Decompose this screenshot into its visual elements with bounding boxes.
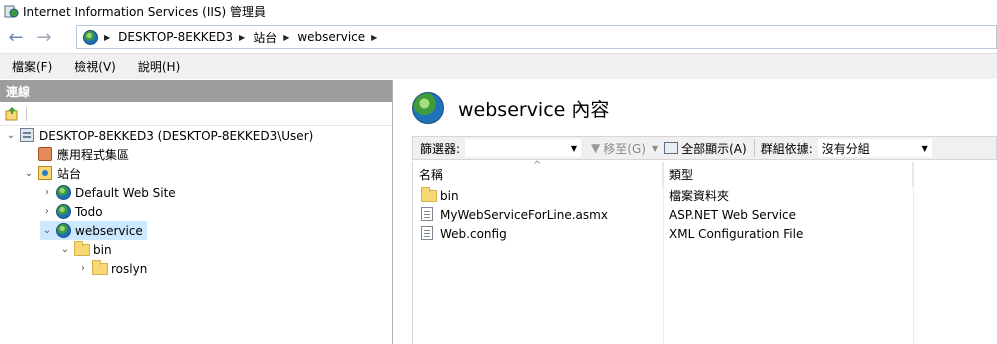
column-header-name[interactable]: 名稱 ^ <box>413 160 663 186</box>
folder-icon <box>421 186 437 204</box>
go-button[interactable]: ▼ 移至(G) <box>588 140 649 157</box>
column-header-type[interactable]: 類型 <box>663 162 913 186</box>
file-list: 名稱 ^ 類型 bin 檔案資料夾 MyWebServiceForLine.as… <box>412 160 997 344</box>
collapse-chevron-icon[interactable]: ⌄ <box>40 225 54 236</box>
list-item[interactable]: MyWebServiceForLine.asmx ASP.NET Web Ser… <box>413 205 913 224</box>
toolbar-separator <box>26 106 27 121</box>
tree-item-label: 應用程式集區 <box>57 148 130 162</box>
tree-item-bin[interactable]: ⌄ bin <box>58 240 112 259</box>
list-item[interactable]: Web.config XML Configuration File <box>413 224 913 243</box>
connections-pane: 連線 ⌄ DESKTOP-8EKKED3 (DESKTOP-8EKKED3\Us… <box>0 80 393 344</box>
funnel-icon: ▼ <box>591 141 601 155</box>
item-name: Web.config <box>440 226 507 241</box>
expand-chevron-icon[interactable]: › <box>40 206 54 217</box>
breadcrumb-arrow-icon[interactable]: ▶ <box>371 33 377 42</box>
globe-icon <box>56 222 72 239</box>
item-type: 檔案資料夾 <box>669 189 730 203</box>
connections-header: 連線 <box>0 80 392 102</box>
collapse-chevron-icon[interactable]: ⌄ <box>58 244 72 255</box>
breadcrumb-server[interactable]: DESKTOP-8EKKED3 <box>118 30 233 44</box>
expand-chevron-icon[interactable]: › <box>76 263 90 274</box>
item-name: bin <box>440 188 459 203</box>
tree-item-server[interactable]: ⌄ DESKTOP-8EKKED3 (DESKTOP-8EKKED3\User) <box>4 126 313 145</box>
content-header: webservice 內容 <box>412 92 609 124</box>
window-title: Internet Information Services (IIS) 管理員 <box>23 4 267 19</box>
tree-item-sites[interactable]: ⌄ 站台 <box>22 164 81 183</box>
menu-file[interactable]: 檔案(F) <box>0 58 62 75</box>
item-name: MyWebServiceForLine.asmx <box>440 207 608 222</box>
tree-item-webservice[interactable]: ⌄ webservice <box>40 221 147 240</box>
expand-chevron-icon[interactable]: › <box>40 187 54 198</box>
title-bar: Internet Information Services (IIS) 管理員 <box>0 0 997 22</box>
sort-caret-icon: ^ <box>533 160 542 171</box>
filter-label: 篩選器: <box>420 141 461 156</box>
menu-help[interactable]: 說明(H) <box>126 58 190 75</box>
sites-icon <box>38 165 54 182</box>
forward-arrow-icon[interactable]: → <box>30 24 58 50</box>
tree-item-label: DESKTOP-8EKKED3 (DESKTOP-8EKKED3\User) <box>39 128 314 143</box>
folder-icon <box>92 259 108 277</box>
tree-item-label: webservice <box>75 223 143 238</box>
collapse-chevron-icon[interactable]: ⌄ <box>4 130 18 141</box>
app-pool-icon <box>38 146 54 163</box>
site-globe-icon <box>412 92 444 124</box>
tree-item-todo[interactable]: › Todo <box>40 202 103 221</box>
config-file-icon <box>421 225 437 242</box>
filter-input[interactable]: ▼ <box>464 138 583 158</box>
group-by-label: 群組依據: <box>760 141 813 156</box>
toolbar-separator <box>753 139 755 157</box>
create-connection-icon[interactable] <box>4 106 20 122</box>
menu-view[interactable]: 檢視(V) <box>62 58 126 75</box>
tree-item-label: roslyn <box>111 261 148 276</box>
show-all-button[interactable]: 全部顯示(A) <box>661 140 750 157</box>
tree-item-default-web-site[interactable]: › Default Web Site <box>40 183 176 202</box>
folder-icon <box>74 240 90 258</box>
collapse-chevron-icon[interactable]: ⌄ <box>22 168 36 179</box>
navigation-bar: ← → ▶ DESKTOP-8EKKED3 ▶ 站台 ▶ webservice … <box>0 22 997 52</box>
connections-toolbar <box>0 102 392 126</box>
filter-toolbar: 篩選器: ▼ ▼ 移至(G) ▼ 全部顯示(A) 群組依據: 沒有分組 ▼ <box>412 136 997 160</box>
page-title: webservice 內容 <box>458 98 610 121</box>
group-by-select[interactable]: 沒有分組 ▼ <box>816 138 933 158</box>
dropdown-arrow-icon[interactable]: ▼ <box>922 144 928 153</box>
column-divider <box>913 162 914 344</box>
breadcrumb-sites[interactable]: 站台 <box>253 29 277 46</box>
address-globe-icon <box>83 29 98 45</box>
tree-item-label: Todo <box>75 204 103 219</box>
list-item[interactable]: bin 檔案資料夾 <box>413 186 913 205</box>
breadcrumb-arrow-icon[interactable]: ▶ <box>239 33 245 42</box>
show-all-icon <box>664 142 679 154</box>
iis-app-icon <box>4 4 19 19</box>
item-type: ASP.NET Web Service <box>669 207 797 222</box>
globe-icon <box>56 203 72 220</box>
tree-item-label: Default Web Site <box>75 185 176 200</box>
breadcrumb-arrow-icon[interactable]: ▶ <box>283 33 289 42</box>
breadcrumb-webservice[interactable]: webservice <box>297 30 365 44</box>
item-type: XML Configuration File <box>669 226 804 241</box>
globe-icon <box>56 184 72 201</box>
address-bar[interactable]: ▶ DESKTOP-8EKKED3 ▶ 站台 ▶ webservice ▶ <box>76 25 997 49</box>
dropdown-arrow-icon[interactable]: ▼ <box>571 144 577 153</box>
server-icon <box>20 127 36 144</box>
content-pane: webservice 內容 篩選器: ▼ ▼ 移至(G) ▼ 全部顯示(A) 群… <box>398 80 997 344</box>
tree-item-roslyn[interactable]: › roslyn <box>76 259 147 278</box>
go-dropdown-arrow-icon[interactable]: ▼ <box>649 144 661 153</box>
tree-item-app-pools[interactable]: 應用程式集區 <box>22 145 129 164</box>
menu-bar: 檔案(F) 檢視(V) 說明(H) <box>0 53 997 79</box>
asmx-file-icon <box>421 206 437 223</box>
breadcrumb-arrow-icon[interactable]: ▶ <box>104 33 110 42</box>
tree-item-label: 站台 <box>57 167 82 181</box>
tree-item-label: bin <box>93 242 112 257</box>
back-arrow-icon[interactable]: ← <box>2 24 30 50</box>
